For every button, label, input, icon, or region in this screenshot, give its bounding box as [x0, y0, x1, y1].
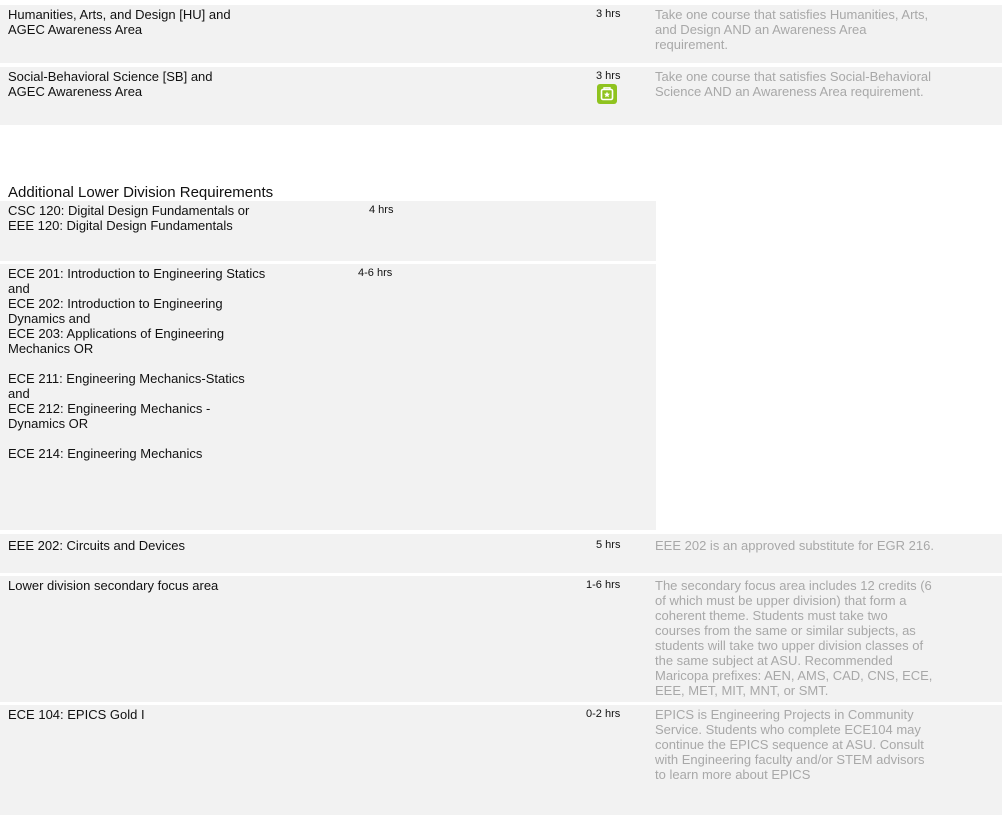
- course-name: Social-Behavioral Science [SB] and AGEC …: [8, 69, 213, 99]
- requirement-row-secondary-focus: Lower division secondary focus area 1-6 …: [0, 576, 1002, 702]
- requirement-note: The secondary focus area includes 12 cre…: [655, 578, 933, 698]
- course-name: ECE 104: EPICS Gold I: [8, 707, 145, 722]
- requirement-note: EPICS is Engineering Projects in Communi…: [655, 707, 925, 782]
- credit-hours: 3 hrs: [596, 70, 621, 82]
- credit-hours: 4 hrs: [369, 204, 394, 216]
- credit-hours: 1-6 hrs: [586, 579, 621, 591]
- section-title: Additional Lower Division Requirements: [8, 184, 274, 201]
- credit-hours: 4-6 hrs: [358, 267, 393, 279]
- requirement-row-ece104: ECE 104: EPICS Gold I 0-2 hrs EPICS is E…: [0, 705, 1002, 815]
- requirement-row-sb: Social-Behavioral Science [SB] and AGEC …: [0, 67, 1002, 125]
- credit-hours: 3 hrs: [596, 8, 621, 20]
- course-name: CSC 120: Digital Design Fundamentals or …: [8, 203, 250, 233]
- requirement-note: Take one course that satisfies Humanitie…: [655, 7, 929, 52]
- credit-hours: 0-2 hrs: [586, 708, 621, 720]
- course-name: EEE 202: Circuits and Devices: [8, 538, 186, 553]
- green-book-star-icon[interactable]: [597, 84, 617, 104]
- requirement-note: EEE 202 is an approved substitute for EG…: [655, 538, 934, 553]
- course-name: Humanities, Arts, and Design [HU] and AG…: [8, 7, 231, 37]
- course-name: ECE 201: Introduction to Engineering Sta…: [8, 266, 266, 461]
- credit-hours: 5 hrs: [596, 539, 621, 551]
- course-name: Lower division secondary focus area: [8, 578, 219, 593]
- requirement-row-ece201: ECE 201: Introduction to Engineering Sta…: [0, 264, 656, 530]
- requirement-note: Take one course that satisfies Social-Be…: [655, 69, 932, 99]
- requirement-row-hu: Humanities, Arts, and Design [HU] and AG…: [0, 5, 1002, 63]
- requirement-row-eee202: EEE 202: Circuits and Devices 5 hrs EEE …: [0, 534, 1002, 573]
- requirement-row-csc120: CSC 120: Digital Design Fundamentals or …: [0, 201, 656, 261]
